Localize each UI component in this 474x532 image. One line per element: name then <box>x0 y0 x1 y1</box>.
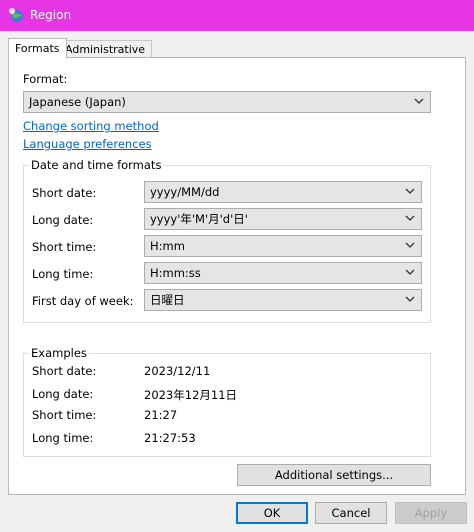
date-time-formats-title: Date and time formats <box>29 158 164 172</box>
long-time-dropdown[interactable]: H:mm:ss <box>144 262 422 284</box>
chevron-down-icon <box>405 188 415 194</box>
short-date-value: yyyy/MM/dd <box>150 185 220 199</box>
long-date-label: Long date: <box>32 213 94 227</box>
apply-button[interactable]: Apply <box>395 502 467 524</box>
example-long-date-value: 2023年12月11日 <box>144 388 238 402</box>
first-day-of-week-label: First day of week: <box>32 294 134 308</box>
chevron-down-icon <box>405 242 415 248</box>
cancel-button[interactable]: Cancel <box>315 502 387 524</box>
long-time-label: Long time: <box>32 267 94 281</box>
window-title: Region <box>30 8 72 22</box>
chevron-down-icon <box>414 98 424 104</box>
globe-icon <box>9 8 23 22</box>
example-long-date-label: Long date: <box>32 387 94 401</box>
format-dropdown[interactable]: Japanese (Japan) <box>23 91 431 113</box>
chevron-down-icon <box>405 296 415 302</box>
short-date-dropdown[interactable]: yyyy/MM/dd <box>144 181 422 203</box>
short-time-dropdown[interactable]: H:mm <box>144 235 422 257</box>
language-preferences-link[interactable]: Language preferences <box>23 137 152 151</box>
short-time-label: Short time: <box>32 240 97 254</box>
long-time-value: H:mm:ss <box>150 266 201 280</box>
tab-formats[interactable]: Formats <box>8 38 67 59</box>
example-short-time-value: 21:27 <box>144 408 178 422</box>
ok-button[interactable]: OK <box>236 502 308 524</box>
additional-settings-button[interactable]: Additional settings... <box>237 464 431 486</box>
tab-administrative[interactable]: Administrative <box>58 40 153 58</box>
format-value: Japanese (Japan) <box>29 95 126 109</box>
formats-panel: Format: Japanese (Japan) Change sorting … <box>8 57 466 495</box>
chevron-down-icon <box>405 215 415 221</box>
examples-title: Examples <box>29 346 89 360</box>
first-day-of-week-value: 日曜日 <box>150 293 185 307</box>
example-long-time-label: Long time: <box>32 431 94 445</box>
example-short-date-label: Short date: <box>32 364 97 378</box>
example-long-time-value: 21:27:53 <box>144 431 196 445</box>
short-date-label: Short date: <box>32 186 97 200</box>
example-short-date-value: 2023/12/11 <box>144 364 211 378</box>
change-sorting-method-link[interactable]: Change sorting method <box>23 119 159 133</box>
long-date-value: yyyy'年'M'月'd'日' <box>150 212 248 226</box>
long-date-dropdown[interactable]: yyyy'年'M'月'd'日' <box>144 208 422 230</box>
example-short-time-label: Short time: <box>32 408 97 422</box>
title-bar: Region <box>0 0 474 31</box>
short-time-value: H:mm <box>150 239 185 253</box>
chevron-down-icon <box>405 269 415 275</box>
first-day-of-week-dropdown[interactable]: 日曜日 <box>144 289 422 311</box>
format-label: Format: <box>23 72 68 86</box>
